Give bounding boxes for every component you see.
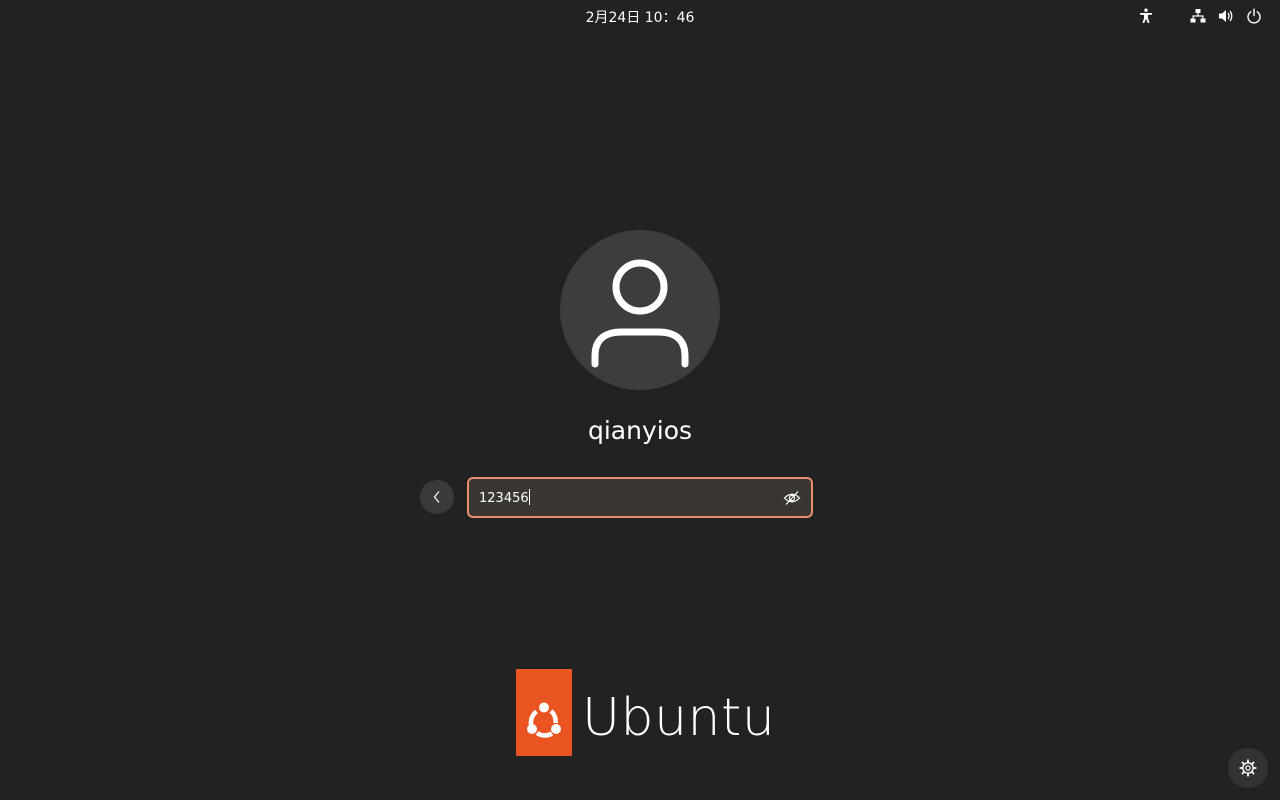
- system-menu[interactable]: [1188, 6, 1264, 26]
- gear-icon: [1239, 759, 1257, 777]
- password-field[interactable]: 123456: [467, 477, 813, 518]
- password-value: 123456: [479, 491, 529, 506]
- user-avatar: [560, 230, 720, 390]
- ubuntu-wordmark: Ubuntu: [582, 688, 776, 748]
- top-bar: 2月24日 10：46: [0, 0, 1280, 32]
- reveal-password-button[interactable]: [782, 488, 802, 508]
- network-icon[interactable]: [1188, 6, 1208, 26]
- text-cursor: [528, 489, 531, 505]
- username-label: qianyios: [587, 416, 693, 445]
- back-button[interactable]: [420, 480, 454, 514]
- ubuntu-circle-of-friends-icon: [527, 702, 561, 738]
- user-avatar-icon: [591, 259, 689, 368]
- volume-icon[interactable]: [1216, 6, 1236, 26]
- login-screen: 2月24日 10：46 qianyios 123456 Ubuntu: [0, 0, 1280, 800]
- clock[interactable]: 2月24日 10：46: [0, 7, 1280, 27]
- accessibility-menu[interactable]: [1136, 6, 1156, 26]
- session-settings-button[interactable]: [1228, 748, 1268, 788]
- eye-slash-icon: [783, 491, 801, 505]
- chevron-left-icon: [433, 491, 440, 503]
- password-input[interactable]: 123456: [479, 489, 531, 506]
- power-icon[interactable]: [1244, 6, 1264, 26]
- ubuntu-logo-tile: [516, 669, 572, 756]
- accessibility-icon[interactable]: [1136, 6, 1156, 26]
